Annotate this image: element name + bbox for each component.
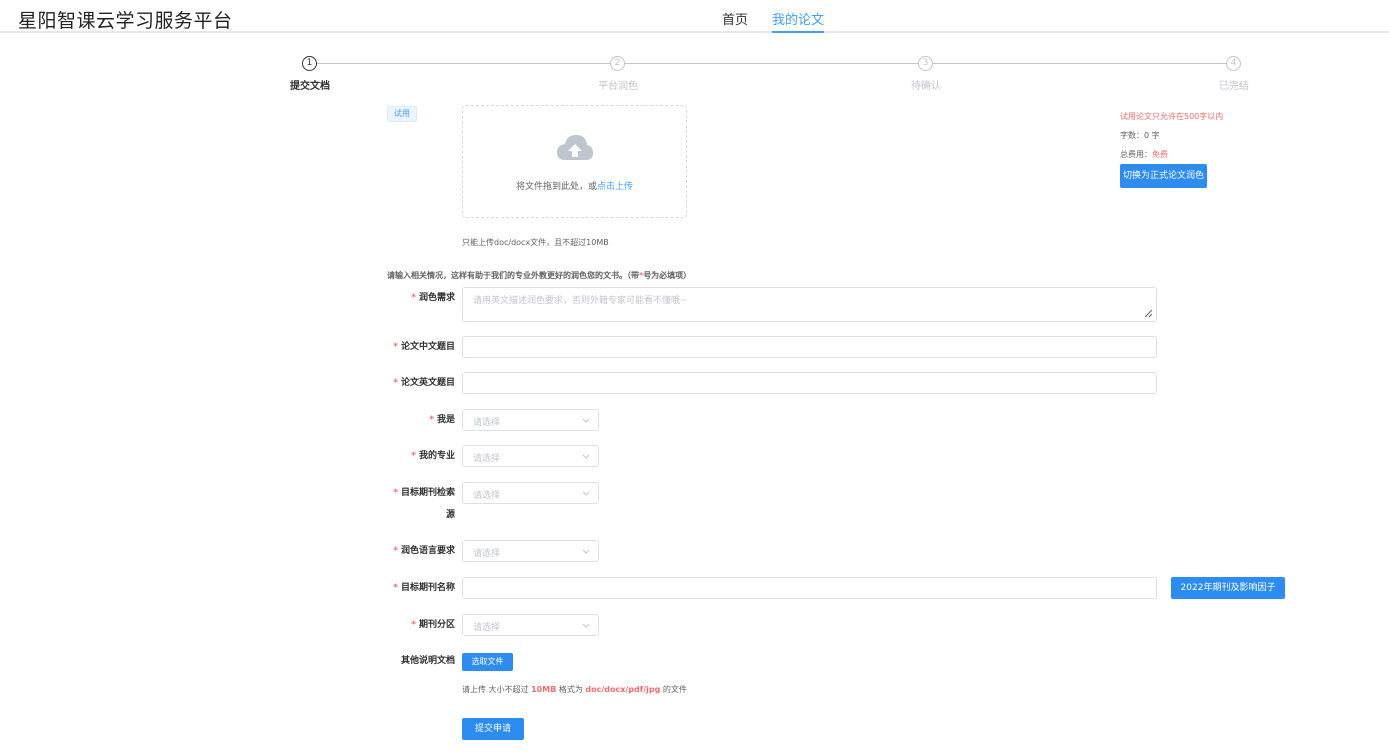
identity-label-text: 我是 bbox=[436, 415, 455, 425]
step-3-number: 3 bbox=[918, 56, 933, 71]
chevron-down-icon bbox=[582, 623, 590, 628]
index-source-label-cont: 源 bbox=[445, 510, 455, 520]
required-star: * bbox=[393, 583, 398, 593]
step-1-label: 提交文档 bbox=[290, 81, 330, 92]
file-tip-formats: doc/docx/pdf/jpg bbox=[585, 685, 661, 694]
identity-label: * 我是 bbox=[387, 414, 455, 427]
required-star: * bbox=[393, 378, 398, 388]
language-label-text: 润色语言要求 bbox=[400, 546, 455, 556]
other-docs-label: 其他说明文档 bbox=[400, 656, 455, 666]
major-label-text: 我的专业 bbox=[418, 451, 455, 461]
side-info: 试用论文只允许在500字以内 字数：0 字 总费用：免费 bbox=[1120, 111, 1223, 168]
file-tip-prefix: 请上传 大小不超过 bbox=[462, 685, 529, 694]
word-count-value: 0 bbox=[1144, 131, 1150, 140]
required-star: * bbox=[411, 293, 416, 303]
progress-steps: 1 2 3 4 提交文档 平台润色 待确认 已完结 bbox=[288, 56, 1250, 96]
step-1-number: 1 bbox=[302, 56, 317, 71]
file-tip-mid: 格式为 bbox=[558, 685, 583, 694]
main-nav: 首页 我的论文 bbox=[722, 9, 848, 33]
resize-grip-icon[interactable] bbox=[1143, 308, 1153, 318]
required-star: * bbox=[429, 415, 434, 425]
required-star: * bbox=[393, 546, 398, 556]
fee-value: 免费 bbox=[1152, 150, 1168, 159]
en-title-label-text: 论文英文题目 bbox=[400, 378, 455, 388]
file-tip-suffix: 的文件 bbox=[662, 685, 687, 694]
chevron-down-icon bbox=[582, 454, 590, 459]
chevron-down-icon bbox=[582, 549, 590, 554]
polish-label: * 润色需求 bbox=[387, 292, 455, 305]
file-tip-size: 10MB bbox=[531, 685, 557, 694]
upload-text-prefix: 将文件拖到此处，或 bbox=[515, 182, 597, 192]
step-connector bbox=[317, 63, 610, 64]
file-tip: 请上传 大小不超过 10MB 格式为 doc/docx/pdf/jpg 的文件 bbox=[462, 684, 687, 695]
required-star: * bbox=[411, 620, 416, 630]
partition-label: * 期刊分区 bbox=[387, 619, 455, 632]
upload-link[interactable]: 点击上传 bbox=[597, 182, 633, 192]
impact-factor-button[interactable]: 2022年期刊及影响因子 bbox=[1171, 577, 1285, 599]
major-select[interactable]: 请选择 bbox=[462, 445, 599, 467]
select-placeholder: 请选择 bbox=[473, 623, 501, 633]
index-source-label: * 目标期刊检索 bbox=[387, 487, 455, 500]
intro-suffix: 号为必填项） bbox=[643, 271, 692, 280]
partition-select[interactable]: 请选择 bbox=[462, 614, 599, 636]
cloud-upload-icon bbox=[557, 135, 593, 160]
index-source-label-line1: 目标期刊检索 bbox=[400, 488, 455, 498]
journal-label: * 目标期刊名称 bbox=[387, 582, 455, 595]
language-label: * 润色语言要求 bbox=[387, 545, 455, 558]
word-count-row: 字数：0 字 bbox=[1120, 130, 1223, 141]
select-placeholder: 请选择 bbox=[473, 491, 501, 501]
fee-label: 总费用： bbox=[1120, 150, 1152, 159]
upload-text: 将文件拖到此处，或点击上传 bbox=[463, 179, 686, 192]
step-2-label: 平台润色 bbox=[598, 81, 638, 92]
journal-input[interactable] bbox=[462, 577, 1157, 599]
required-star: * bbox=[393, 342, 398, 352]
language-select[interactable]: 请选择 bbox=[462, 540, 599, 562]
word-limit-warning: 试用论文只允许在500字以内 bbox=[1120, 112, 1224, 121]
cn-title-label: * 论文中文题目 bbox=[387, 341, 455, 354]
word-count-label: 字数： bbox=[1120, 131, 1144, 140]
select-placeholder: 请选择 bbox=[473, 418, 501, 428]
step-4-label: 已完结 bbox=[1219, 81, 1249, 92]
required-star: * bbox=[411, 451, 416, 461]
chevron-down-icon bbox=[582, 418, 590, 423]
step-3-label: 待确认 bbox=[911, 81, 941, 92]
step-4-number: 4 bbox=[1226, 56, 1241, 71]
polish-label-text: 润色需求 bbox=[418, 293, 455, 303]
major-label: * 我的专业 bbox=[387, 450, 455, 463]
nav-home[interactable]: 首页 bbox=[722, 9, 748, 33]
form-intro: 请输入相关情况，这样有助于我们的专业外教更好的润色您的文书。（带*号为必填项） bbox=[387, 270, 691, 281]
top-bar: 星阳智课云学习服务平台 首页 我的论文 bbox=[0, 0, 1389, 33]
upload-tip: 只能上传doc/docx文件，且不超过10MB bbox=[462, 238, 609, 247]
en-title-label: * 论文英文题目 bbox=[387, 377, 455, 390]
required-star: * bbox=[393, 488, 398, 498]
select-placeholder: 请选择 bbox=[473, 454, 501, 464]
journal-label-text: 目标期刊名称 bbox=[400, 583, 455, 593]
trial-tag: 试用 bbox=[387, 106, 417, 122]
partition-label-text: 期刊分区 bbox=[418, 620, 455, 630]
intro-prefix: 请输入相关情况，这样有助于我们的专业外教更好的润色您的文书。（带 bbox=[387, 271, 639, 280]
word-count-unit: 字 bbox=[1151, 131, 1160, 140]
step-connector bbox=[933, 63, 1226, 64]
pick-file-button[interactable]: 选取文件 bbox=[462, 653, 513, 671]
chevron-down-icon bbox=[582, 491, 590, 496]
cn-title-label-text: 论文中文题目 bbox=[400, 342, 455, 352]
select-placeholder: 请选择 bbox=[473, 549, 501, 559]
step-connector bbox=[625, 63, 918, 64]
en-title-input[interactable] bbox=[462, 372, 1157, 394]
cn-title-input[interactable] bbox=[462, 336, 1157, 358]
polish-textarea[interactable] bbox=[462, 287, 1157, 322]
nav-my-papers[interactable]: 我的论文 bbox=[772, 9, 825, 33]
identity-select[interactable]: 请选择 bbox=[462, 409, 599, 431]
submit-button[interactable]: 提交申请 bbox=[462, 718, 524, 740]
app-title: 星阳智课云学习服务平台 bbox=[18, 10, 233, 32]
index-source-select[interactable]: 请选择 bbox=[462, 482, 599, 504]
switch-formal-button[interactable]: 切换为正式论文润色 bbox=[1120, 164, 1207, 188]
fee-row: 总费用：免费 bbox=[1120, 149, 1223, 160]
upload-dropzone[interactable]: 将文件拖到此处，或点击上传 bbox=[462, 105, 687, 218]
step-2-number: 2 bbox=[610, 56, 625, 71]
